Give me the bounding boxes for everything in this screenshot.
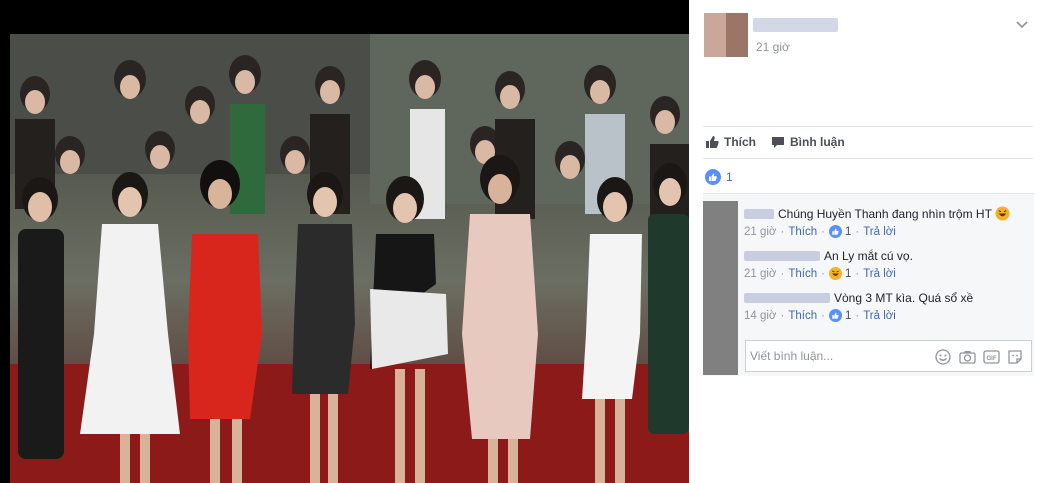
- sticker-icon[interactable]: [1007, 349, 1023, 365]
- laughing-emoji-icon: [995, 206, 1010, 221]
- camera-icon[interactable]: [959, 349, 976, 365]
- commenter-name-redacted[interactable]: [744, 250, 820, 261]
- comment-input-placeholder: Viết bình luận...: [750, 349, 834, 363]
- comment-like-link[interactable]: Thích: [788, 310, 817, 322]
- comment-time[interactable]: 14 giờ: [744, 310, 776, 322]
- chevron-down-icon[interactable]: [1015, 17, 1029, 31]
- comment-time[interactable]: 21 giờ: [744, 268, 776, 280]
- comment-meta: 14 giờ · Thích · 1 · Trả lời: [744, 309, 896, 322]
- comment-item: An Ly mắt cú vọ.: [744, 248, 913, 263]
- photo-viewer[interactable]: [0, 0, 689, 483]
- like-button[interactable]: Thích: [705, 133, 756, 151]
- thumbs-up-icon: [706, 136, 719, 148]
- comment-text: Vòng 3 MT kìa. Quá sổ xề: [834, 290, 974, 305]
- comment-like-count[interactable]: 1: [845, 310, 851, 322]
- comment-meta: 21 giờ · Thích · 1 · Trả lời: [744, 225, 896, 238]
- reaction-summary[interactable]: 1: [705, 169, 733, 185]
- comment-like-count[interactable]: 1: [845, 226, 851, 238]
- comment-item: Vòng 3 MT kìa. Quá sổ xề: [744, 290, 973, 305]
- like-reaction-icon: [705, 169, 721, 185]
- haha-emoji-icon: [828, 267, 842, 280]
- divider: [703, 158, 1033, 159]
- comment-bubble-icon: [772, 137, 784, 148]
- like-label: Thích: [724, 135, 756, 149]
- comment-reply-link[interactable]: Trả lời: [863, 310, 896, 322]
- reaction-count[interactable]: 1: [726, 170, 733, 184]
- divider: [703, 126, 1033, 127]
- commenter-avatar: [703, 201, 738, 375]
- like-reaction-icon: [828, 225, 842, 238]
- comment-like-count[interactable]: 1: [845, 268, 851, 280]
- comment-label: Bình luận: [790, 135, 845, 149]
- comment-like-link[interactable]: Thích: [788, 268, 817, 280]
- comment-button[interactable]: Bình luận: [771, 133, 845, 151]
- gif-icon[interactable]: GIF: [983, 349, 1000, 365]
- comment-meta: 21 giờ · Thích · 1 · Trả lời: [744, 267, 896, 280]
- comments-section: Chúng Huyền Thanh đang nhìn trộm HT 21 g…: [703, 193, 1034, 376]
- commenter-name-redacted[interactable]: [744, 208, 774, 219]
- comment-time[interactable]: 21 giờ: [744, 226, 776, 238]
- post-photo[interactable]: [10, 34, 689, 483]
- author-avatar[interactable]: [704, 13, 748, 57]
- smile-icon[interactable]: [935, 349, 951, 365]
- like-reaction-icon: [828, 309, 842, 322]
- comment-text: An Ly mắt cú vọ.: [824, 248, 913, 263]
- comment-input[interactable]: Viết bình luận... GIF: [745, 340, 1032, 372]
- comment-reply-link[interactable]: Trả lời: [863, 268, 896, 280]
- comment-like-link[interactable]: Thích: [788, 226, 817, 238]
- post-timestamp[interactable]: 21 giờ: [756, 40, 790, 54]
- comment-reply-link[interactable]: Trả lời: [863, 226, 896, 238]
- commenter-name-redacted[interactable]: [744, 292, 830, 303]
- post-sidebar: 21 giờ Thích Bình luận 1 Chúng Huyền Tha…: [689, 0, 1049, 483]
- author-name-redacted[interactable]: [753, 18, 838, 32]
- comment-text: Chúng Huyền Thanh đang nhìn trộm HT: [778, 206, 992, 221]
- gif-label: GIF: [987, 356, 997, 362]
- comment-item: Chúng Huyền Thanh đang nhìn trộm HT: [744, 206, 1010, 221]
